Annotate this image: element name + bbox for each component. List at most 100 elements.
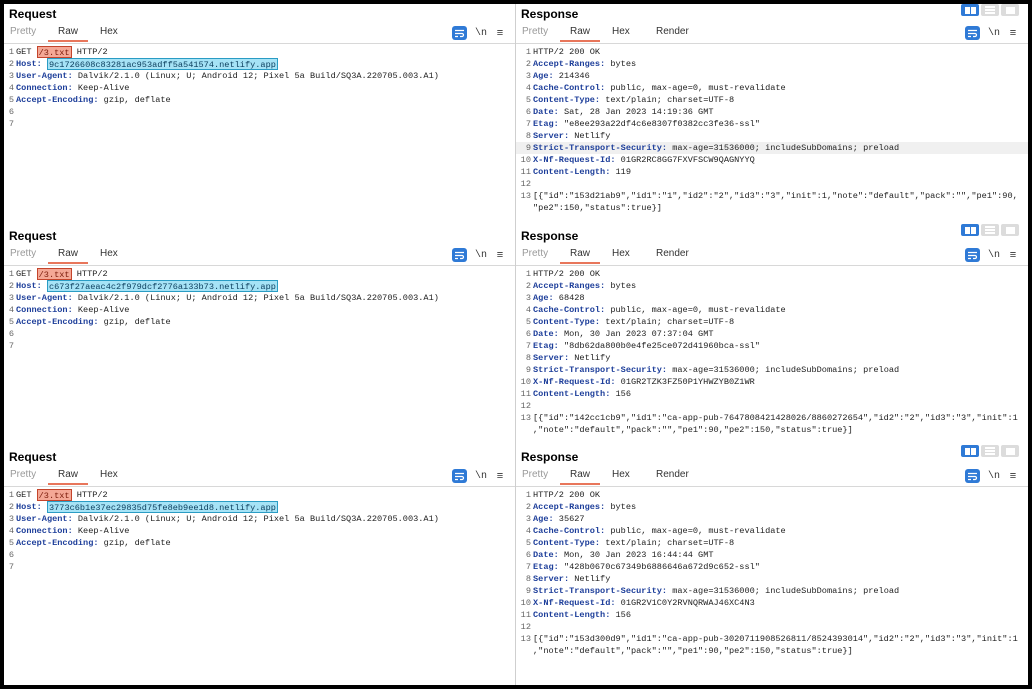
menu-icon[interactable]: ≡ bbox=[493, 469, 507, 483]
menu-icon[interactable]: ≡ bbox=[493, 26, 507, 40]
layout-side-by-side-icon[interactable] bbox=[961, 224, 979, 236]
header-line: 5 Content-Type: text/plain; charset=UTF-8 bbox=[516, 537, 1028, 549]
show-newlines-button[interactable]: \n bbox=[473, 26, 489, 40]
tab-hex[interactable]: Hex bbox=[100, 26, 118, 40]
tab-raw[interactable]: Raw bbox=[48, 248, 89, 264]
menu-icon[interactable]: ≡ bbox=[1006, 26, 1020, 40]
header-line: 10 X-Nf-Request-Id: 01GR2TZK3FZ50P1YHWZYB… bbox=[516, 376, 1028, 388]
header-name: Server: bbox=[533, 574, 570, 584]
layout-single-icon[interactable] bbox=[1001, 224, 1019, 236]
header-name: Host: bbox=[16, 281, 42, 291]
show-newlines-button[interactable]: \n bbox=[986, 469, 1002, 483]
menu-icon[interactable]: ≡ bbox=[493, 248, 507, 262]
response-raw-editor[interactable]: 1 HTTP/2 200 OK 2 Accept-Ranges: bytes 3 Age:… bbox=[516, 46, 1028, 214]
tab-pretty[interactable]: Pretty bbox=[10, 248, 36, 262]
show-newlines-button[interactable]: \n bbox=[986, 248, 1002, 262]
wrap-lines-button[interactable] bbox=[452, 26, 467, 40]
wrap-lines-button[interactable] bbox=[452, 248, 467, 262]
line-number bbox=[516, 202, 533, 214]
response-raw-editor[interactable]: 1 HTTP/2 200 OK 2 Accept-Ranges: bytes 3 Age:… bbox=[516, 268, 1028, 436]
body-line: 13 [{"id":"142cc1cb9","id1":"ca-app-pub-7… bbox=[516, 412, 1028, 424]
show-newlines-button[interactable]: \n bbox=[473, 469, 489, 483]
wrap-lines-button[interactable] bbox=[452, 469, 467, 483]
layout-side-by-side-icon[interactable] bbox=[961, 4, 979, 16]
body-line: 1 HTTP/2 200 OK bbox=[516, 489, 1028, 501]
header-name: Accept-Ranges: bbox=[533, 59, 606, 69]
layout-stacked-icon[interactable] bbox=[981, 224, 999, 236]
header-value: Dalvik/2.1.0 (Linux; U; Android 12; Pixe… bbox=[72, 71, 439, 81]
request-pane: Request Pretty Raw Hex \n ≡ 1 GET /3.txt HTTP/2… bbox=[4, 4, 515, 226]
layout-switcher bbox=[961, 224, 1021, 236]
header-name: Content-Type: bbox=[533, 317, 601, 327]
line-number: 4 bbox=[8, 305, 14, 315]
layout-stacked-icon[interactable] bbox=[981, 4, 999, 16]
layout-single-icon[interactable] bbox=[1001, 445, 1019, 457]
tab-pretty[interactable]: Pretty bbox=[522, 248, 548, 262]
line-number: 2 bbox=[525, 281, 531, 291]
header-value: 119 bbox=[610, 167, 631, 177]
tab-pretty[interactable]: Pretty bbox=[522, 26, 548, 40]
wrap-lines-button[interactable] bbox=[965, 248, 980, 262]
layout-single-icon[interactable] bbox=[1001, 4, 1019, 16]
menu-icon[interactable]: ≡ bbox=[1006, 469, 1020, 483]
layout-switcher bbox=[961, 4, 1021, 16]
line-number: 9 bbox=[525, 143, 531, 153]
request-line: 1 GET /3.txt HTTP/2 bbox=[4, 268, 515, 280]
view-tabs: Pretty Raw Hex Render \n ≡ bbox=[516, 467, 1028, 487]
tab-render[interactable]: Render bbox=[656, 248, 689, 262]
layout-stacked-icon[interactable] bbox=[981, 445, 999, 457]
line-number: 6 bbox=[8, 550, 14, 560]
request-method: GET bbox=[16, 490, 37, 500]
header-name: Accept-Encoding: bbox=[16, 538, 99, 548]
show-newlines-button[interactable]: \n bbox=[986, 26, 1002, 40]
header-value: Keep-Alive bbox=[72, 526, 130, 536]
tab-pretty[interactable]: Pretty bbox=[10, 26, 36, 40]
tab-hex[interactable]: Hex bbox=[612, 248, 630, 262]
tab-hex[interactable]: Hex bbox=[100, 469, 118, 483]
header-value: 01GR2V1C0Y2RVNQRWAJ46XC4N3 bbox=[615, 598, 755, 608]
tab-hex[interactable]: Hex bbox=[612, 26, 630, 40]
body-line: 13 [{"id":"153d21ab9","id1":"1","id2":"2"… bbox=[516, 190, 1028, 202]
request-raw-editor[interactable]: 1 GET /3.txt HTTP/2 2 Host: 3773c6b1e37ec29… bbox=[4, 489, 515, 573]
request-line: 1 GET /3.txt HTTP/2 bbox=[4, 46, 515, 58]
tab-hex[interactable]: Hex bbox=[100, 248, 118, 262]
header-value: public, max-age=0, must-revalidate bbox=[605, 526, 786, 536]
line-number: 13 bbox=[520, 634, 531, 644]
tab-render[interactable]: Render bbox=[656, 469, 689, 483]
header-line-host: 2 Host: 3773c6b1e37ec29835d75fe8eb9ee1d8.… bbox=[4, 501, 515, 513]
wrap-lines-icon bbox=[968, 29, 978, 37]
line-number: 2 bbox=[525, 502, 531, 512]
tab-raw[interactable]: Raw bbox=[560, 26, 601, 42]
header-name: Host: bbox=[16, 59, 42, 69]
response-raw-editor[interactable]: 1 HTTP/2 200 OK 2 Accept-Ranges: bytes 3 Age:… bbox=[516, 489, 1028, 657]
layout-side-by-side-icon[interactable] bbox=[961, 445, 979, 457]
body-text: "pe2":150,"status":true}] bbox=[533, 203, 662, 213]
line-number: 5 bbox=[525, 95, 531, 105]
header-name: X-Nf-Request-Id: bbox=[533, 377, 616, 387]
body-line: 12 bbox=[516, 400, 1028, 412]
header-line: 3 User-Agent: Dalvik/2.1.0 (Linux; U; And… bbox=[4, 70, 515, 82]
tab-pretty[interactable]: Pretty bbox=[522, 469, 548, 483]
header-name: Strict-Transport-Security: bbox=[533, 143, 668, 153]
header-value: Mon, 30 Jan 2023 07:37:04 GMT bbox=[558, 329, 714, 339]
view-tabs: Pretty Raw Hex Render \n ≡ bbox=[516, 24, 1028, 44]
tab-raw[interactable]: Raw bbox=[560, 469, 601, 485]
wrap-lines-button[interactable] bbox=[965, 26, 980, 40]
tab-raw[interactable]: Raw bbox=[48, 26, 89, 42]
tab-hex[interactable]: Hex bbox=[612, 469, 630, 483]
show-newlines-button[interactable]: \n bbox=[473, 248, 489, 262]
header-name: Age: bbox=[533, 293, 554, 303]
tab-pretty[interactable]: Pretty bbox=[10, 469, 36, 483]
line-number: 8 bbox=[525, 131, 531, 141]
line-number: 6 bbox=[525, 107, 531, 117]
line-number: 5 bbox=[8, 95, 14, 105]
request-raw-editor[interactable]: 1 GET /3.txt HTTP/2 2 Host: 9c1726608c83281… bbox=[4, 46, 515, 130]
wrap-lines-button[interactable] bbox=[965, 469, 980, 483]
tab-raw[interactable]: Raw bbox=[48, 469, 89, 485]
tab-render[interactable]: Render bbox=[656, 26, 689, 40]
tab-raw[interactable]: Raw bbox=[560, 248, 601, 264]
body-text: [{"id":"153d300d9","id1":"ca-app-pub-302… bbox=[533, 634, 1018, 644]
view-tabs: Pretty Raw Hex \n ≡ bbox=[4, 467, 515, 487]
menu-icon[interactable]: ≡ bbox=[1006, 248, 1020, 262]
request-raw-editor[interactable]: 1 GET /3.txt HTTP/2 2 Host: c673f27aeac4c2f… bbox=[4, 268, 515, 352]
